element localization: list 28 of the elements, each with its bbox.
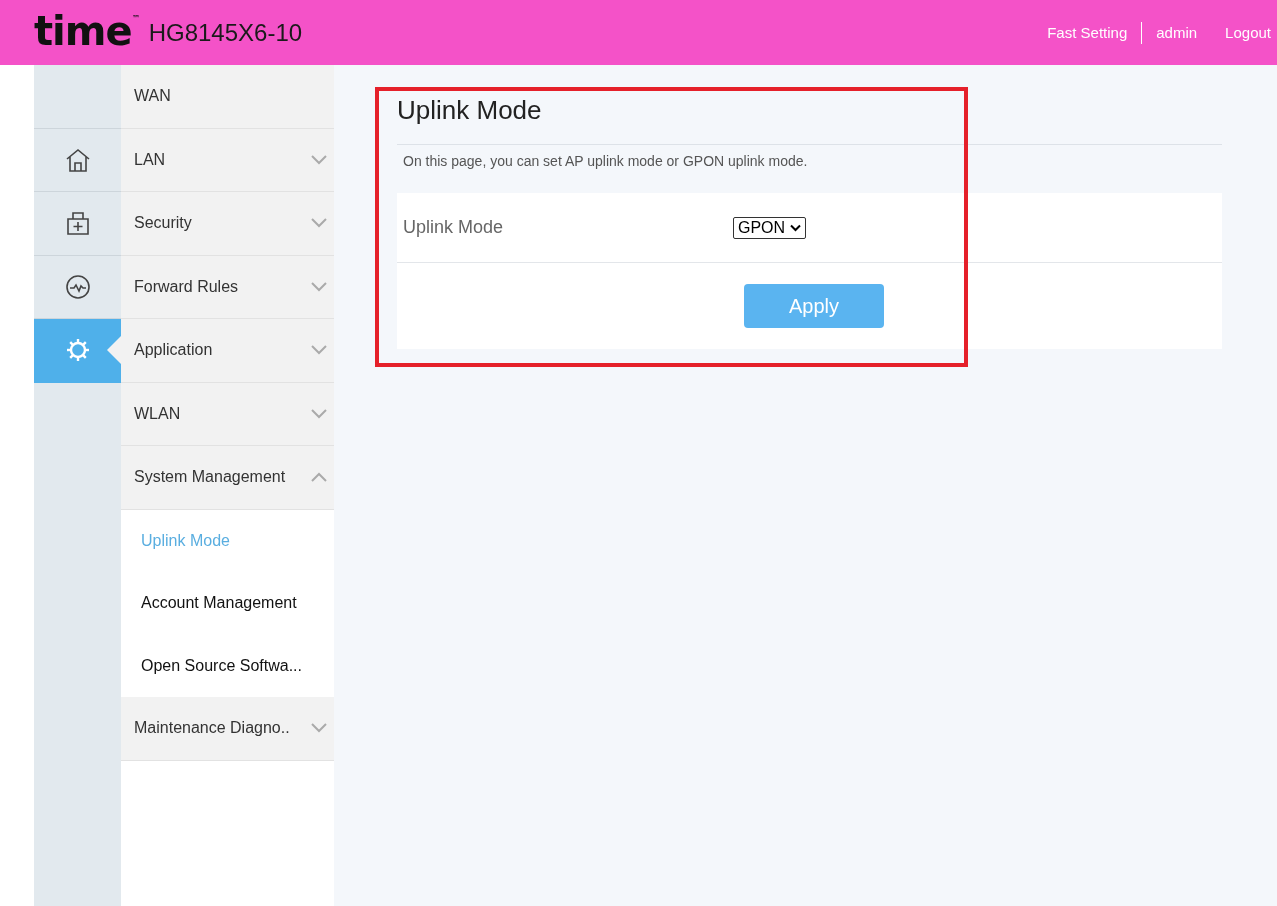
device-model: HG8145X6-10 <box>148 18 303 47</box>
field-label: Uplink Mode <box>403 217 505 238</box>
chevron-down-icon <box>311 723 327 734</box>
chevron-down-icon <box>311 281 327 292</box>
pulse-icon <box>64 273 91 300</box>
menu-item[interactable]: System Management <box>121 446 334 510</box>
page-title: Uplink Mode <box>397 95 1222 145</box>
submenu-item[interactable]: Account Management <box>121 572 334 635</box>
chevron-down-icon <box>311 154 327 165</box>
chevron-down-icon <box>311 408 327 419</box>
menu-item[interactable]: Forward Rules <box>121 255 334 319</box>
menu-item[interactable]: WAN <box>121 65 334 129</box>
chevron-up-icon <box>311 472 327 483</box>
brand-logo: time$^{™}$ <box>34 10 139 51</box>
chevron-down-icon <box>311 345 327 356</box>
settings-icon <box>64 337 91 364</box>
page-description: On this page, you can set AP uplink mode or GPON uplink mode. <box>402 152 809 171</box>
menu-item[interactable]: WLAN <box>121 382 334 446</box>
submenu-item[interactable]: Open Source Softwa... <box>121 634 334 697</box>
menu-item[interactable]: Application <box>121 319 334 383</box>
caret-icon <box>790 223 802 232</box>
menu-item[interactable]: LAN <box>121 128 334 192</box>
toolbox-icon <box>64 210 91 237</box>
chevron-down-icon <box>311 218 327 229</box>
home-icon <box>64 146 91 173</box>
menu-item[interactable]: Maintenance Diagno.. <box>121 697 334 761</box>
uplink-mode-select[interactable]: GPON <box>733 216 807 239</box>
menu-item[interactable]: Security <box>121 192 334 256</box>
